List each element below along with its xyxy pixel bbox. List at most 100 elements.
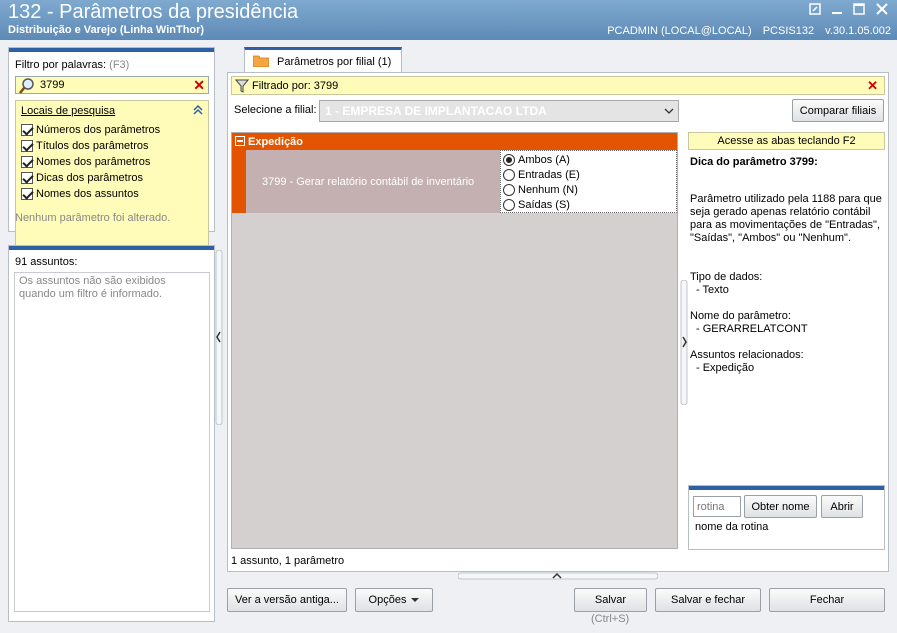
parameter-title-cell: 3799 - Gerar relatório contábil de inven… xyxy=(246,150,500,213)
close-icon[interactable] xyxy=(873,2,891,16)
filter-shortcut: (F3) xyxy=(109,59,130,71)
ver-versao-antiga-button[interactable]: Ver a versão antiga... xyxy=(227,588,347,612)
session-user: PCADMIN (LOCAL@LOCAL) xyxy=(607,25,752,37)
tab-parametros-por-filial[interactable]: Parâmetros por filial (1) xyxy=(244,47,402,73)
left-splitter[interactable] xyxy=(215,250,223,425)
tip-type-label: Tipo de dados: xyxy=(690,271,763,283)
location-option[interactable]: Nomes dos assuntos xyxy=(21,187,139,201)
status-text: 1 assunto, 1 parâmetro xyxy=(231,555,345,567)
location-option[interactable]: Dicas dos parâmetros xyxy=(21,171,143,185)
option-label: Ambos (A) xyxy=(518,154,570,166)
bottom-splitter[interactable] xyxy=(458,572,658,580)
subjects-count: 91 assuntos: xyxy=(15,256,78,268)
location-label: Números dos parâmetros xyxy=(36,124,161,136)
minimize-icon[interactable] xyxy=(829,2,845,16)
option-label: Entradas (E) xyxy=(518,169,580,181)
location-option[interactable]: Títulos dos parâmetros xyxy=(21,139,149,153)
panel-accent xyxy=(689,486,884,490)
search-input[interactable]: 3799 ✕ xyxy=(15,76,209,94)
filial-value: 1 - EMPRESA DE IMPLANTACAO LTDA xyxy=(325,104,547,118)
option-label: Nenhum (N) xyxy=(518,184,578,196)
location-label: Nomes dos assuntos xyxy=(36,188,139,200)
chevron-down-icon xyxy=(664,108,674,114)
radio-button[interactable] xyxy=(503,154,515,166)
tip-type-value: - Texto xyxy=(696,284,729,296)
location-label: Dicas dos parâmetros xyxy=(36,172,143,184)
subjects-list[interactable]: Os assuntos não são exibidos quando um f… xyxy=(14,272,210,612)
parameter-value-cell: Ambos (A) Entradas (E) Nenhum (N) Saídas… xyxy=(500,150,677,213)
window-title: 132 - Parâmetros da presidência xyxy=(8,1,299,23)
option-saidas[interactable]: Saídas (S) xyxy=(503,198,570,212)
option-label: Saídas (S) xyxy=(518,199,570,211)
radio-button[interactable] xyxy=(503,184,515,196)
filter-label-row: Filtro por palavras: (F3) xyxy=(15,59,129,71)
title-bar: 132 - Parâmetros da presidência Distribu… xyxy=(0,0,897,40)
location-label: Títulos dos parâmetros xyxy=(36,140,149,152)
filter-label: Filtro por palavras: xyxy=(15,59,107,71)
session-version: v.30.1.05.002 xyxy=(825,25,891,37)
collapse-minus-icon[interactable] xyxy=(235,136,245,146)
session-info: PCADMIN (LOCAL@LOCAL) PCSIS132 v.30.1.05… xyxy=(599,25,891,37)
option-entradas[interactable]: Entradas (E) xyxy=(503,168,580,182)
tip-title: Dica do parâmetro 3799: xyxy=(690,156,818,168)
checkbox[interactable] xyxy=(21,172,33,184)
rotina-name-label: nome da rotina xyxy=(695,521,769,533)
locations-title: Locais de pesquisa xyxy=(21,105,116,117)
filial-label: Selecione a filial: xyxy=(234,104,317,116)
location-option[interactable]: Nomes dos parâmetros xyxy=(21,155,150,169)
filial-select[interactable]: 1 - EMPRESA DE IMPLANTACAO LTDA xyxy=(319,100,679,122)
radio-button[interactable] xyxy=(503,199,515,211)
tip-name-value: - GERARRELATCONT xyxy=(696,323,808,335)
folder-icon xyxy=(253,55,269,67)
panel-accent xyxy=(9,48,214,52)
subjects-panel: 91 assuntos: Os assuntos não são exibido… xyxy=(8,245,215,622)
obter-nome-button[interactable]: Obter nome xyxy=(744,495,817,518)
window-subtitle: Distribuição e Varejo (Linha WinThor) xyxy=(8,24,205,36)
clear-search-icon[interactable]: ✕ xyxy=(193,77,205,93)
tip-description: Parâmetro utilizado pela 1188 para que s… xyxy=(690,193,882,244)
subjects-note: Os assuntos não são exibidos quando um f… xyxy=(19,275,166,300)
search-value: 3799 xyxy=(40,79,65,91)
panel-accent xyxy=(9,246,214,250)
location-option[interactable]: Números dos parâmetros xyxy=(21,123,160,137)
rotina-input[interactable] xyxy=(693,496,741,517)
restore-icon[interactable] xyxy=(807,2,823,16)
fechar-button[interactable]: Fechar xyxy=(769,588,885,612)
radio-button[interactable] xyxy=(503,169,515,181)
filter-panel: Filtro por palavras: (F3) 3799 ✕ Locais … xyxy=(8,47,215,254)
filter-status-bar: Filtrado por: 3799 ✕ xyxy=(231,76,885,95)
search-locations: Locais de pesquisa Números dos parâmetro… xyxy=(15,100,209,254)
option-nenhum[interactable]: Nenhum (N) xyxy=(503,183,578,197)
checkbox[interactable] xyxy=(21,124,33,136)
tabs-hint-bar: Acesse as abas teclando F2 xyxy=(688,132,885,150)
group-indent xyxy=(232,150,246,213)
funnel-icon xyxy=(235,79,249,93)
clear-filter-icon[interactable]: ✕ xyxy=(867,78,878,94)
tip-subjects-label: Assuntos relacionados: xyxy=(690,349,804,361)
salvar-button[interactable]: Salvar xyxy=(574,588,647,612)
checkbox[interactable] xyxy=(21,188,33,200)
salvar-e-fechar-button[interactable]: Salvar e fechar xyxy=(655,588,761,612)
filter-status-text: Filtrado por: 3799 xyxy=(252,79,339,92)
group-header-expedicao[interactable]: Expedição xyxy=(232,133,677,150)
salvar-shortcut: (Ctrl+S) xyxy=(591,613,630,625)
tab-label: Parâmetros por filial (1) xyxy=(277,55,392,68)
opcoes-label: Opções xyxy=(368,594,407,606)
option-ambos[interactable]: Ambos (A) xyxy=(503,153,570,167)
window-controls xyxy=(807,2,891,16)
rotina-panel: Obter nome Abrir nome da rotina xyxy=(688,485,885,550)
maximize-icon[interactable] xyxy=(851,2,867,16)
parameter-title: 3799 - Gerar relatório contábil de inven… xyxy=(262,175,475,188)
compare-filiais-button[interactable]: Comparar filiais xyxy=(792,99,884,122)
search-icon xyxy=(19,78,34,94)
tip-subjects-value: - Expedição xyxy=(696,362,755,374)
checkbox[interactable] xyxy=(21,140,33,152)
right-splitter[interactable] xyxy=(680,280,688,405)
abrir-button[interactable]: Abrir xyxy=(821,495,863,518)
location-label: Nomes dos parâmetros xyxy=(36,156,151,168)
opcoes-button[interactable]: Opções xyxy=(355,588,433,612)
session-program: PCSIS132 xyxy=(762,25,815,37)
checkbox[interactable] xyxy=(21,156,33,168)
tip-name-label: Nome do parâmetro: xyxy=(690,310,791,322)
collapse-chevron-icon[interactable] xyxy=(192,104,204,116)
